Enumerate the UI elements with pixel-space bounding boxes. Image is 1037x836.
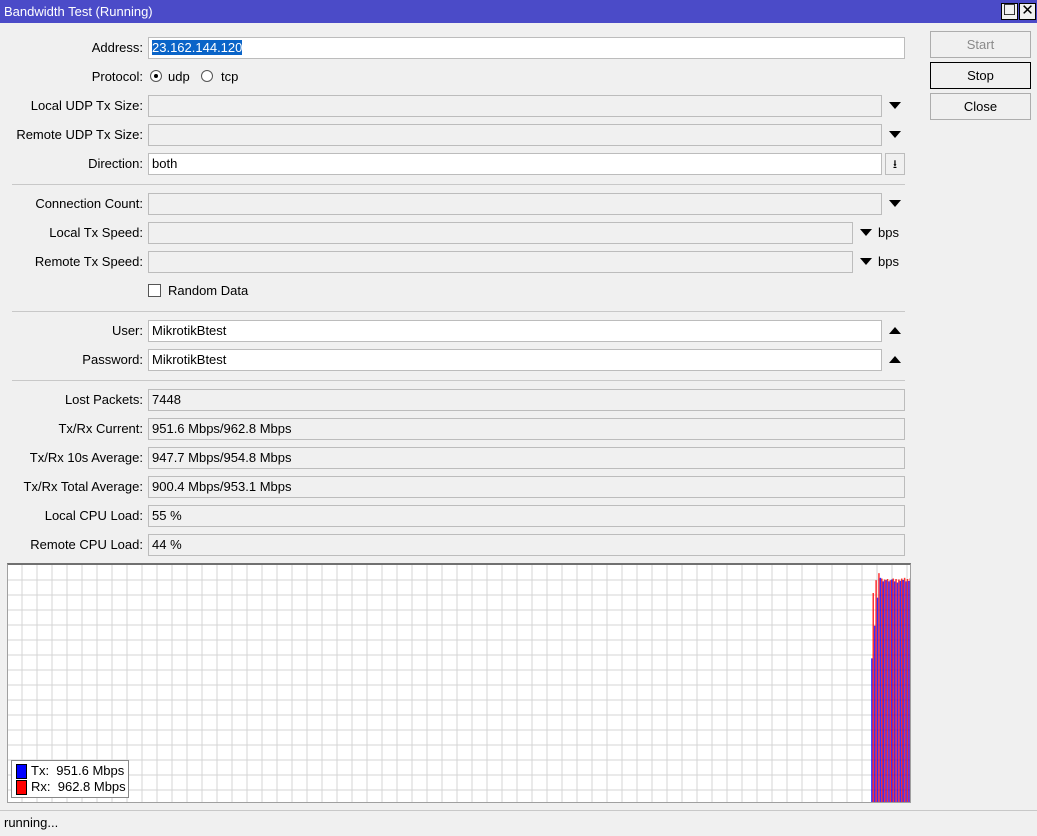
tx-bar xyxy=(873,625,876,802)
tx-bar xyxy=(908,580,910,802)
stop-button[interactable]: Stop xyxy=(930,62,1031,89)
stat-label: Tx/Rx Current: xyxy=(58,421,143,436)
rx-bar xyxy=(901,578,903,802)
local-tx-speed-input[interactable] xyxy=(148,222,853,244)
divider xyxy=(12,380,905,381)
dropdown-arrow-icon[interactable] xyxy=(860,258,872,265)
random-data-label: Random Data xyxy=(168,283,249,298)
tx-bar xyxy=(871,658,873,802)
tx-bar xyxy=(905,581,907,802)
dropdown-arrow-icon[interactable] xyxy=(860,229,872,236)
udp-radio[interactable] xyxy=(150,70,162,82)
chart-svg xyxy=(8,565,910,802)
rx-bar xyxy=(889,580,892,802)
address-input[interactable]: 23.162.144.120 xyxy=(148,37,905,59)
stat-value: 55 % xyxy=(148,505,905,527)
title-bar: Bandwidth Test (Running) ☐ ✕ xyxy=(0,0,1037,23)
tx-bar xyxy=(876,597,879,802)
legend-tx-value: 951.6 Mbps xyxy=(56,763,125,778)
remote-udp-tx-size-label: Remote UDP Tx Size: xyxy=(16,127,143,142)
local-tx-speed-label: Local Tx Speed: xyxy=(49,225,143,240)
local-udp-tx-size-input[interactable] xyxy=(148,95,882,117)
stat-value: 951.6 Mbps/962.8 Mbps xyxy=(148,418,905,440)
bandwidth-chart: Tx: 951.6 Mbps Rx: 962.8 Mbps xyxy=(7,563,911,803)
dropdown-arrow-icon[interactable] xyxy=(889,200,901,207)
tx-bar xyxy=(888,581,890,802)
close-button[interactable]: Close xyxy=(930,93,1031,120)
dropdown-expand-icon[interactable]: ⭳ xyxy=(885,153,905,175)
rx-bar xyxy=(895,579,897,802)
status-bar: running... xyxy=(0,810,1037,836)
random-data-checkbox[interactable] xyxy=(148,284,161,297)
direction-select[interactable]: both xyxy=(148,153,882,175)
unit-label: bps xyxy=(878,254,899,269)
address-value: 23.162.144.120 xyxy=(152,40,243,55)
tx-bar xyxy=(896,582,899,802)
rx-bar xyxy=(909,578,910,802)
tcp-radio[interactable] xyxy=(201,70,213,82)
local-udp-tx-size-label: Local UDP Tx Size: xyxy=(30,98,143,113)
tx-bar xyxy=(893,581,896,802)
dropdown-arrow-icon[interactable] xyxy=(889,102,901,109)
tx-bar xyxy=(879,577,882,802)
rx-bar xyxy=(903,577,906,802)
address-label: Address: xyxy=(91,40,143,55)
rx-bar xyxy=(892,578,894,802)
user-label: User: xyxy=(111,323,143,338)
tx-bar xyxy=(899,580,902,802)
rx-bar xyxy=(881,578,883,802)
divider xyxy=(12,184,905,185)
password-input[interactable]: MikrotikBtest xyxy=(148,349,882,371)
stat-value: 7448 xyxy=(148,389,905,411)
stat-label: Lost Packets: xyxy=(64,392,143,407)
tx-bar xyxy=(885,580,887,802)
legend-rx-label: Rx: xyxy=(31,779,51,794)
password-label: Password: xyxy=(82,352,143,367)
connection-count-input[interactable] xyxy=(148,193,882,215)
tcp-label: tcp xyxy=(221,69,239,84)
user-input[interactable]: MikrotikBtest xyxy=(148,320,882,342)
maximize-icon[interactable]: ☐ xyxy=(1001,3,1018,20)
rx-swatch xyxy=(16,780,27,795)
rx-bar xyxy=(898,579,900,802)
divider xyxy=(12,311,905,312)
stat-value: 900.4 Mbps/953.1 Mbps xyxy=(148,476,905,498)
close-icon[interactable]: ✕ xyxy=(1019,3,1036,20)
stat-label: Remote CPU Load: xyxy=(30,537,143,552)
remote-udp-tx-size-input[interactable] xyxy=(148,124,882,146)
stat-label: Tx/Rx 10s Average: xyxy=(29,450,143,465)
start-button[interactable]: Start xyxy=(930,31,1031,58)
udp-label: udp xyxy=(168,69,190,84)
stat-label: Tx/Rx Total Average: xyxy=(23,479,143,494)
window-title: Bandwidth Test (Running) xyxy=(4,4,153,19)
rx-bar xyxy=(906,579,909,802)
legend-tx-label: Tx: xyxy=(31,763,50,778)
direction-label: Direction: xyxy=(88,156,143,171)
stat-label: Local CPU Load: xyxy=(44,508,143,523)
collapse-arrow-icon[interactable] xyxy=(889,327,901,334)
rx-bar xyxy=(875,580,877,802)
remote-tx-speed-input[interactable] xyxy=(148,251,853,273)
tx-bar xyxy=(891,579,893,802)
dropdown-arrow-icon[interactable] xyxy=(889,131,901,138)
stat-value: 947.7 Mbps/954.8 Mbps xyxy=(148,447,905,469)
unit-label: bps xyxy=(878,225,899,240)
connection-count-label: Connection Count: xyxy=(35,196,143,211)
tx-swatch xyxy=(16,764,27,779)
legend-rx-value: 962.8 Mbps xyxy=(57,779,126,794)
rx-bar xyxy=(886,579,889,802)
rx-bar xyxy=(883,579,886,802)
rx-bar xyxy=(878,573,880,802)
protocol-label: Protocol: xyxy=(91,69,143,84)
remote-tx-speed-label: Remote Tx Speed: xyxy=(34,254,143,269)
rx-bar xyxy=(872,593,874,802)
chart-legend: Tx: 951.6 Mbps Rx: 962.8 Mbps xyxy=(11,760,129,798)
tx-bar xyxy=(902,579,904,802)
stat-value: 44 % xyxy=(148,534,905,556)
tx-bar xyxy=(882,581,884,802)
collapse-arrow-icon[interactable] xyxy=(889,356,901,363)
